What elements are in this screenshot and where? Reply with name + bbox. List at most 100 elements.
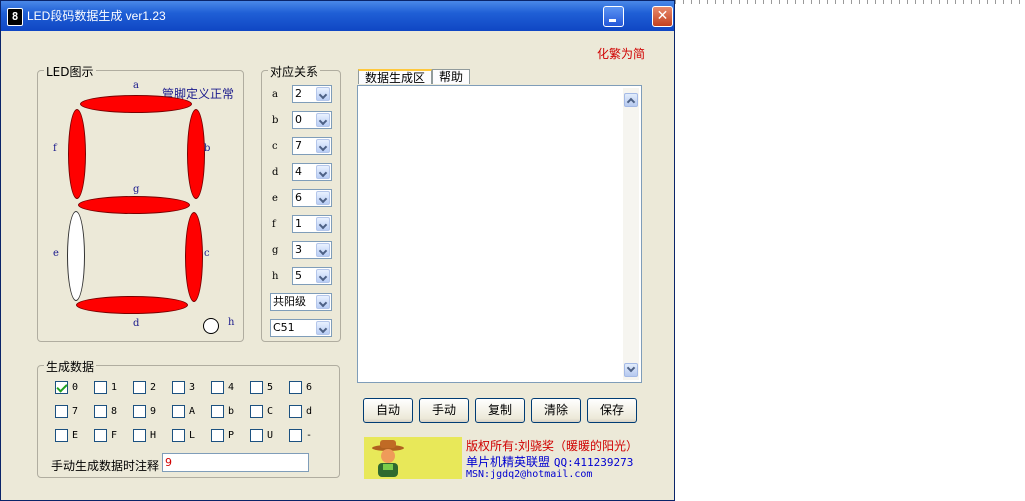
digit-checkbox[interactable] <box>211 429 224 442</box>
segment-e[interactable] <box>67 211 85 301</box>
digit-checkbox[interactable] <box>55 381 68 394</box>
msn-contact: MSN:jgdq2@hotmail.com <box>466 469 593 480</box>
manual-button[interactable]: 手动 <box>419 398 469 423</box>
chevron-down-icon[interactable] <box>316 321 330 335</box>
map-select-f[interactable]: 1 <box>292 215 332 233</box>
digit-checkbox[interactable] <box>94 405 107 418</box>
tab-help[interactable]: 帮助 <box>432 69 471 84</box>
segment-label-c: c <box>204 248 210 259</box>
digit-checkbox-label: d <box>306 406 313 417</box>
digit-checkbox-label: 6 <box>306 382 313 393</box>
digit-checkbox[interactable] <box>289 405 302 418</box>
map-select-a[interactable]: 2 <box>292 85 332 103</box>
chevron-down-icon[interactable] <box>316 191 330 205</box>
window-title: LED段码数据生成 ver1.23 <box>27 9 166 23</box>
map-label-f: f <box>272 219 276 230</box>
digit-checkbox[interactable] <box>172 381 185 394</box>
map-select-c[interactable]: 7 <box>292 137 332 155</box>
chevron-down-icon[interactable] <box>316 217 330 231</box>
language-select[interactable]: C51 <box>270 319 332 337</box>
digit-checkbox[interactable] <box>55 429 68 442</box>
alliance-name: 单片机精英联盟 <box>466 455 551 469</box>
mapping-title: 对应关系 <box>268 63 321 80</box>
simplify-link[interactable]: 化繁为简 <box>597 45 645 62</box>
alliance-line: 单片机精英联盟 QQ:411239273 <box>466 453 633 470</box>
chevron-down-icon[interactable] <box>316 269 330 283</box>
segment-h[interactable] <box>203 318 219 334</box>
map-label-a: a <box>272 89 278 100</box>
auto-button[interactable]: 自动 <box>363 398 413 423</box>
cowboy-avatar-icon <box>372 440 404 477</box>
map-value-g: 3 <box>295 243 302 256</box>
digit-checkbox[interactable] <box>94 381 107 394</box>
tab-data-generation[interactable]: 数据生成区 <box>358 69 433 85</box>
chevron-down-icon[interactable] <box>316 165 330 179</box>
segment-b[interactable] <box>187 109 205 199</box>
scroll-down-icon[interactable] <box>624 363 638 377</box>
digit-checkbox[interactable] <box>289 381 302 394</box>
digit-checkbox-label: 1 <box>111 382 118 393</box>
chevron-down-icon[interactable] <box>316 243 330 257</box>
close-button[interactable]: ✕ <box>652 6 673 27</box>
map-label-e: e <box>272 193 278 204</box>
minimize-button[interactable] <box>603 6 624 27</box>
clear-button[interactable]: 清除 <box>531 398 581 423</box>
digit-checkbox-label: 5 <box>267 382 274 393</box>
chevron-down-icon[interactable] <box>316 295 330 309</box>
note-input[interactable]: 9 <box>162 453 309 472</box>
qq-contact: QQ:411239273 <box>553 456 634 469</box>
map-select-g[interactable]: 3 <box>292 241 332 259</box>
scroll-up-icon[interactable] <box>624 93 638 107</box>
led-digit-icon: 8 <box>7 8 23 26</box>
polarity-select[interactable]: 共阳级 <box>270 293 332 311</box>
map-label-h: h <box>272 271 279 282</box>
digit-checkbox-label: 3 <box>189 382 196 393</box>
segment-f[interactable] <box>68 109 86 199</box>
segment-g[interactable] <box>78 196 190 214</box>
digit-checkbox[interactable] <box>133 429 146 442</box>
map-select-d[interactable]: 4 <box>292 163 332 181</box>
background-ruler-strip <box>675 0 1025 4</box>
digit-checkbox-label: 9 <box>150 406 157 417</box>
digit-checkbox-label: - <box>306 430 313 441</box>
digit-checkbox[interactable] <box>94 429 107 442</box>
digit-checkbox[interactable] <box>211 405 224 418</box>
map-label-g: g <box>272 245 279 256</box>
segment-a[interactable] <box>80 95 192 113</box>
digit-checkbox[interactable] <box>250 405 263 418</box>
copy-button[interactable]: 复制 <box>475 398 525 423</box>
digit-checkbox[interactable] <box>211 381 224 394</box>
digit-checkbox-label: E <box>72 430 79 441</box>
segment-c[interactable] <box>185 212 203 302</box>
generate-data-title: 生成数据 <box>44 358 97 375</box>
digit-checkbox[interactable] <box>172 405 185 418</box>
map-value-e: 6 <box>295 191 302 204</box>
chevron-down-icon[interactable] <box>316 139 330 153</box>
map-value-d: 4 <box>295 165 302 178</box>
map-value-b: 0 <box>295 113 302 126</box>
title-bar[interactable]: 8 LED段码数据生成 ver1.23 ✕ <box>1 1 674 31</box>
digit-checkbox[interactable] <box>289 429 302 442</box>
map-select-h[interactable]: 5 <box>292 267 332 285</box>
output-textarea[interactable] <box>357 85 642 383</box>
digit-checkbox[interactable] <box>133 381 146 394</box>
chevron-down-icon[interactable] <box>316 113 330 127</box>
logo-banner <box>364 437 462 479</box>
digit-checkbox[interactable] <box>250 381 263 394</box>
map-select-e[interactable]: 6 <box>292 189 332 207</box>
chevron-down-icon[interactable] <box>316 87 330 101</box>
digit-checkbox[interactable] <box>55 405 68 418</box>
polarity-value: 共阳级 <box>273 295 306 308</box>
digit-checkbox-label: A <box>189 406 196 417</box>
map-select-b[interactable]: 0 <box>292 111 332 129</box>
segment-d[interactable] <box>76 296 188 314</box>
language-value: C51 <box>273 321 295 334</box>
output-scrollbar[interactable] <box>623 88 639 380</box>
digit-checkbox[interactable] <box>133 405 146 418</box>
save-button[interactable]: 保存 <box>587 398 637 423</box>
mapping-group: 对应关系 a 2 b 0 c 7 d 4 e 6 f 1 g 3 h 5 共阳级… <box>261 63 341 342</box>
segment-label-b: b <box>204 143 211 154</box>
digit-checkbox[interactable] <box>172 429 185 442</box>
copyright-line: 版权所有:刘骁奖（暖暖的阳光） <box>466 439 639 453</box>
digit-checkbox[interactable] <box>250 429 263 442</box>
